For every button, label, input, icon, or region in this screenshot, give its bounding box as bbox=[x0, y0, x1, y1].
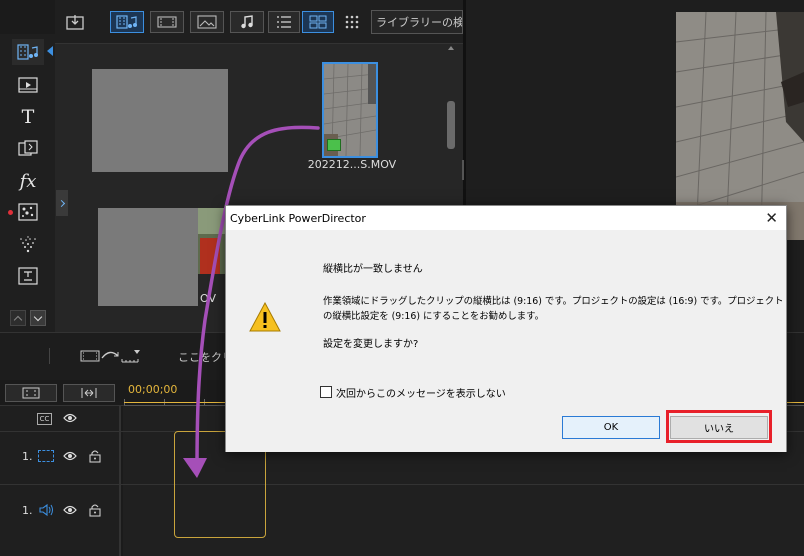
dialog-message-line1: 作業領域にドラッグしたクリップの縦横比は (9:16) です。プロジェクトの設定… bbox=[323, 296, 784, 307]
dont-show-again-checkbox[interactable] bbox=[320, 386, 332, 398]
warning-icon bbox=[249, 302, 281, 332]
dialog-close-button[interactable]: ✕ bbox=[765, 209, 778, 227]
dont-show-again-label[interactable]: 次回からこのメッセージを表示しない bbox=[336, 385, 506, 400]
dialog-heading: 縦横比が一致しません bbox=[323, 264, 423, 275]
ok-button[interactable]: OK bbox=[562, 416, 660, 439]
aspect-ratio-mismatch-dialog: CyberLink PowerDirector ✕ 縦横比が一致しません 作業領… bbox=[225, 205, 787, 452]
dialog-question: 設定を変更しますか? bbox=[323, 339, 419, 350]
dialog-title-bar: CyberLink PowerDirector bbox=[226, 206, 786, 230]
no-button-highlight-box bbox=[666, 410, 772, 443]
dialog-message-line2: の縦横比設定を (9:16) にすることをお勧めします。 bbox=[323, 311, 544, 322]
dialog-title: CyberLink PowerDirector bbox=[230, 211, 366, 225]
